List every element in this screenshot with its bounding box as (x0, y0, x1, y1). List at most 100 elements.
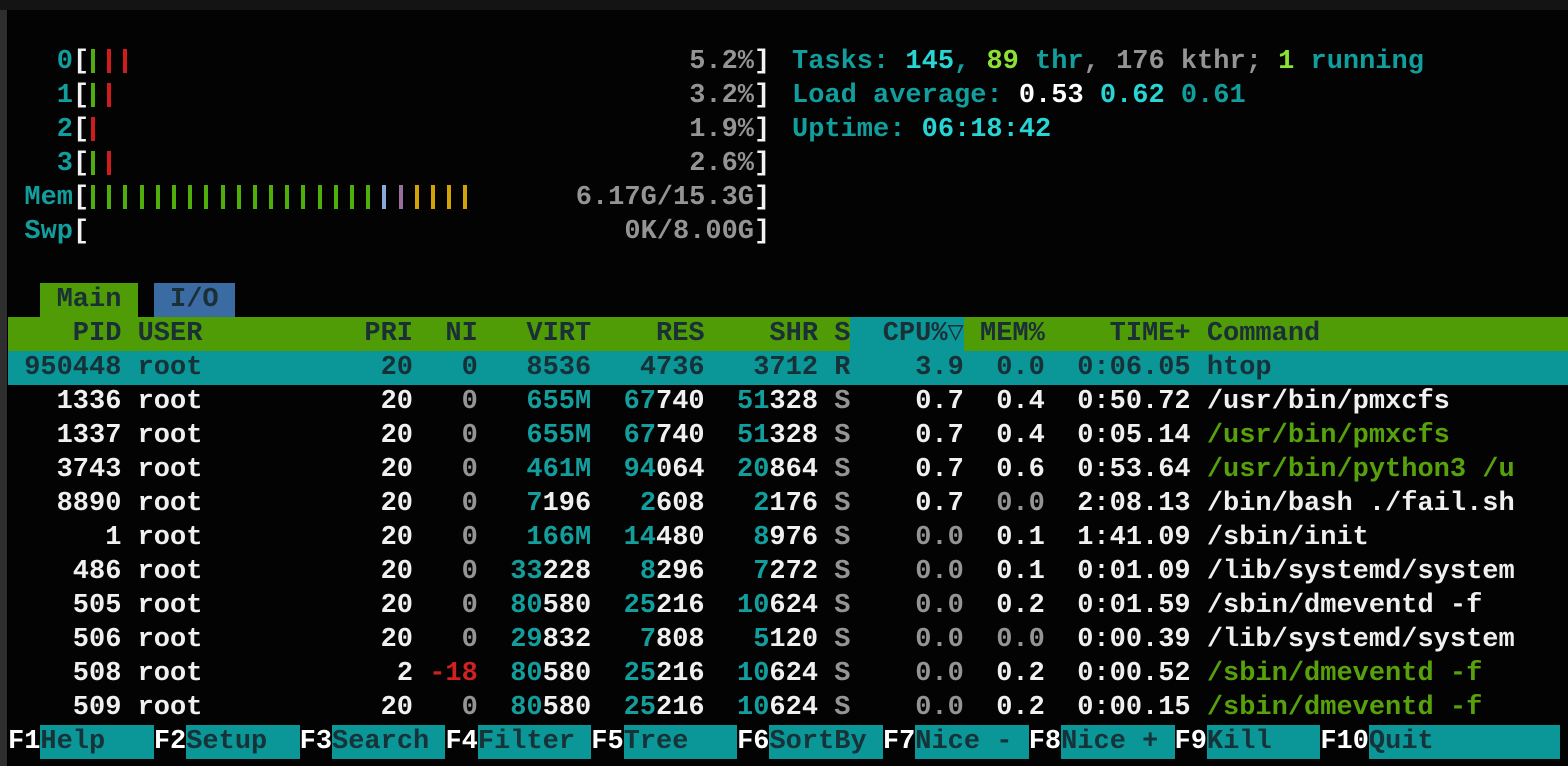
cell-ni: 0 (413, 691, 478, 725)
fnlabel-nice-[interactable]: Nice - (915, 725, 1028, 759)
process-row[interactable]: 505 root200805802521610624S0.00.20:01.59… (8, 589, 1568, 623)
column-header-pri[interactable]: PRI (283, 317, 413, 351)
meter-label: 2 (8, 113, 73, 147)
mem-thousands: 10 (737, 659, 769, 689)
fnkey-f10[interactable]: F10 (1320, 725, 1369, 759)
meter-open-bracket: [ (73, 113, 89, 147)
cell-virt: 655M (478, 385, 591, 419)
cell-cpu-percent: 0.0 (850, 555, 963, 589)
cell-state: R (818, 351, 850, 385)
tab-main[interactable]: Main (40, 283, 137, 317)
meter-bar-swp (89, 215, 624, 249)
cell-state: S (818, 419, 850, 453)
meter-label: 1 (8, 79, 73, 113)
cell-time: 0:00.15 (1045, 691, 1191, 725)
load-average-segment: 0.61 (1181, 81, 1246, 111)
meter-tick-yellow (463, 185, 467, 209)
cell-pid: 508 (8, 657, 121, 691)
tasks-summary: Tasks: 145, 89 thr, 176 kthr; 1 running (792, 45, 1424, 79)
cell-time: 0:06.05 (1045, 351, 1191, 385)
process-row[interactable]: 506 root2002983278085120S0.00.00:00.39/l… (8, 623, 1568, 657)
process-row[interactable]: 508 root2-18805802521610624S0.00.20:00.5… (8, 657, 1568, 691)
system-info-panel: Tasks: 145, 89 thr, 176 kthr; 1 runningL… (770, 45, 1424, 249)
meter-bar-cpu-1 (89, 79, 689, 113)
column-header-virt[interactable]: VIRT (478, 317, 591, 351)
fnkey-f8[interactable]: F8 (1029, 725, 1061, 759)
cell-gap (121, 623, 137, 657)
meter-tick-red (107, 83, 111, 107)
meter-value: 6.17G/15.3G (576, 181, 754, 215)
mem-rest: 328 (769, 421, 818, 451)
mem-rest: 196 (543, 489, 592, 519)
mem-thousands: 33 (510, 557, 542, 587)
fnlabel-sortby[interactable]: SortBy (769, 725, 882, 759)
process-row[interactable]: 3743 root200461M9406420864S0.70.60:53.64… (8, 453, 1568, 487)
fnkey-f3[interactable]: F3 (300, 725, 332, 759)
fnlabel-search[interactable]: Search (332, 725, 445, 759)
process-row[interactable]: 1 root200166M144808976S0.00.11:41.09/sbi… (8, 521, 1568, 555)
cell-user: root (138, 385, 284, 419)
cell-state: S (818, 487, 850, 521)
fnlabel-kill[interactable]: Kill (1207, 725, 1320, 759)
cell-gap (121, 385, 137, 419)
meter-tick-green (107, 185, 111, 209)
process-row[interactable]: 950448 root200853647363712R3.90.00:06.05… (8, 351, 1568, 385)
cell-user: root (138, 623, 284, 657)
fnkey-f5[interactable]: F5 (591, 725, 623, 759)
cell-mem-percent: 0.1 (964, 555, 1045, 589)
meter-tick-yellow (415, 185, 419, 209)
load-average-segment: 0.53 (1019, 81, 1100, 111)
fnkey-f6[interactable]: F6 (737, 725, 769, 759)
cell-gap (121, 555, 137, 589)
fnlabel-quit[interactable]: Quit (1369, 725, 1560, 759)
column-header-time[interactable]: TIME+ (1045, 317, 1191, 351)
meter-cpu-3: 3[2.6%] (8, 147, 770, 181)
fnkey-f9[interactable]: F9 (1175, 725, 1207, 759)
cell-user: root (138, 691, 284, 725)
process-row[interactable]: 8890 root200719626082176S0.70.02:08.13/b… (8, 487, 1568, 521)
column-header-mem[interactable]: MEM% (964, 317, 1045, 351)
fnlabel-nice-[interactable]: Nice + (1061, 725, 1174, 759)
meter-open-bracket: [ (73, 79, 89, 113)
meter-tick-yellow (431, 185, 435, 209)
cell-res: 25216 (591, 657, 704, 691)
fnlabel-setup[interactable]: Setup (186, 725, 299, 759)
process-row[interactable]: 1336 root200655M6774051328S0.70.40:50.72… (8, 385, 1568, 419)
column-header-ni[interactable]: NI (413, 317, 478, 351)
screen-tabs: Main I/O (8, 283, 1568, 317)
cell-shr: 8976 (705, 521, 818, 555)
meter-tick-green (156, 185, 160, 209)
fnkey-f4[interactable]: F4 (445, 725, 477, 759)
column-header-user[interactable]: USER (138, 317, 284, 351)
fnkey-f2[interactable]: F2 (154, 725, 186, 759)
column-header-cpu[interactable]: CPU%▽ (850, 317, 963, 351)
fnkey-f7[interactable]: F7 (883, 725, 915, 759)
mem-rest: 624 (769, 659, 818, 689)
process-row[interactable]: 1337 root200655M6774051328S0.70.40:05.14… (8, 419, 1568, 453)
mem-rest: 272 (769, 557, 818, 587)
fnlabel-tree[interactable]: Tree (624, 725, 737, 759)
cell-res: 7808 (591, 623, 704, 657)
meter-tick-yellow (447, 185, 451, 209)
function-key-bar: F1HelpF2SetupF3SearchF4FilterF5TreeF6Sor… (8, 725, 1560, 759)
mem-thousands: 4 (640, 353, 656, 383)
meter-tick-red (123, 49, 127, 73)
process-row[interactable]: 486 root2003322882967272S0.00.10:01.09/l… (8, 555, 1568, 589)
header-area: 0[5.2%]1[3.2%]2[1.9%]3[2.6%]Mem[6.17G/15… (8, 10, 1568, 249)
column-header-s[interactable]: S (818, 317, 850, 351)
column-header-pid[interactable]: PID (8, 317, 121, 351)
meter-open-bracket: [ (73, 147, 89, 181)
cell-res: 67740 (591, 419, 704, 453)
column-header-res[interactable]: RES (591, 317, 704, 351)
fnlabel-filter[interactable]: Filter (478, 725, 591, 759)
column-header-shr[interactable]: SHR (705, 317, 818, 351)
meters-panel: 0[5.2%]1[3.2%]2[1.9%]3[2.6%]Mem[6.17G/15… (8, 45, 770, 249)
column-header-cmd[interactable]: Command (1191, 317, 1568, 351)
fnkey-f1[interactable]: F1 (8, 725, 40, 759)
mem-thousands: 10 (737, 591, 769, 621)
fnlabel-help[interactable]: Help (40, 725, 153, 759)
mem-thousands: 14 (624, 523, 656, 553)
process-row[interactable]: 509 root200805802521610624S0.00.20:00.15… (8, 691, 1568, 725)
tab-io[interactable]: I/O (154, 283, 235, 317)
cell-command: /sbin/dmeventd -f (1191, 589, 1568, 623)
